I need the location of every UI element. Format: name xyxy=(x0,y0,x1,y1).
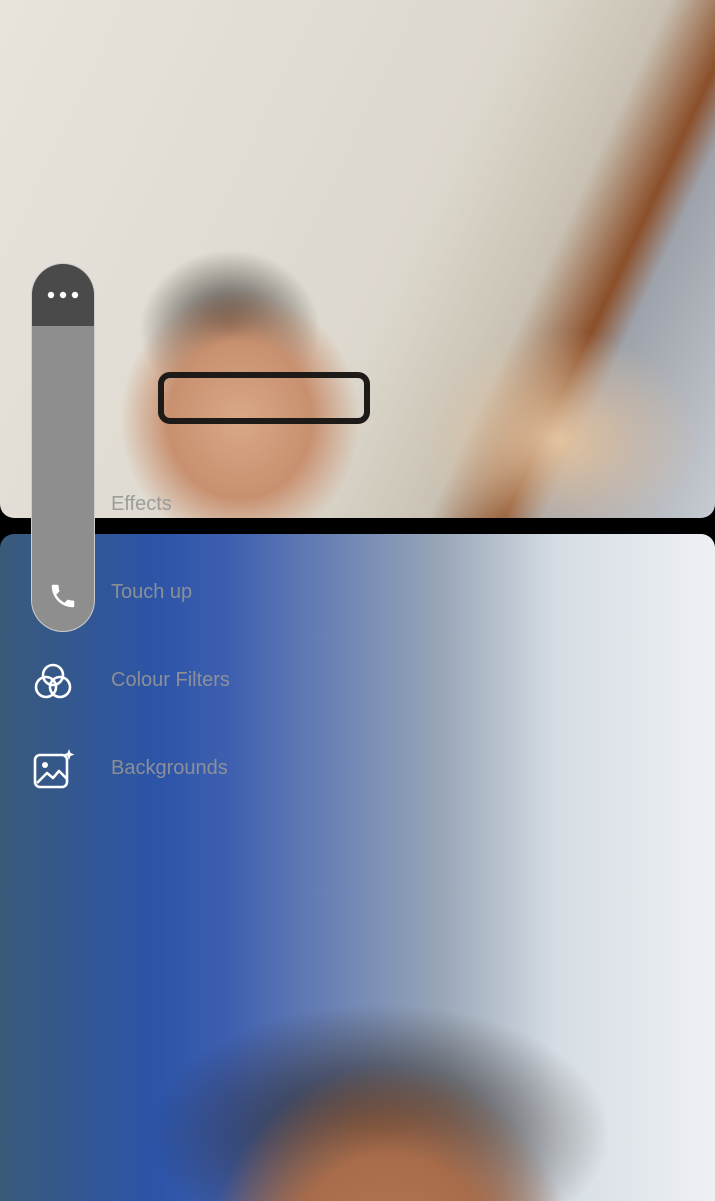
more-options-button[interactable] xyxy=(32,264,94,326)
backgrounds-menu-item[interactable]: Backgrounds xyxy=(111,757,228,780)
call-button[interactable] xyxy=(32,561,94,631)
call-control-pill xyxy=(31,263,95,632)
colour-filters-icon xyxy=(34,663,72,699)
local-video-feed[interactable] xyxy=(0,534,715,1201)
remote-glasses xyxy=(158,372,370,424)
effects-menu-item[interactable]: Effects xyxy=(111,493,172,516)
ellipsis-icon xyxy=(47,291,79,299)
phone-icon xyxy=(51,584,75,608)
colour-filters-menu-item[interactable]: Colour Filters xyxy=(111,669,230,692)
touch-up-menu-item[interactable]: Touch up xyxy=(111,581,192,604)
backgrounds-icon xyxy=(33,749,75,789)
backgrounds-button[interactable] xyxy=(30,746,76,792)
remote-video-feed[interactable] xyxy=(0,0,715,518)
colour-filters-button[interactable] xyxy=(30,659,76,705)
